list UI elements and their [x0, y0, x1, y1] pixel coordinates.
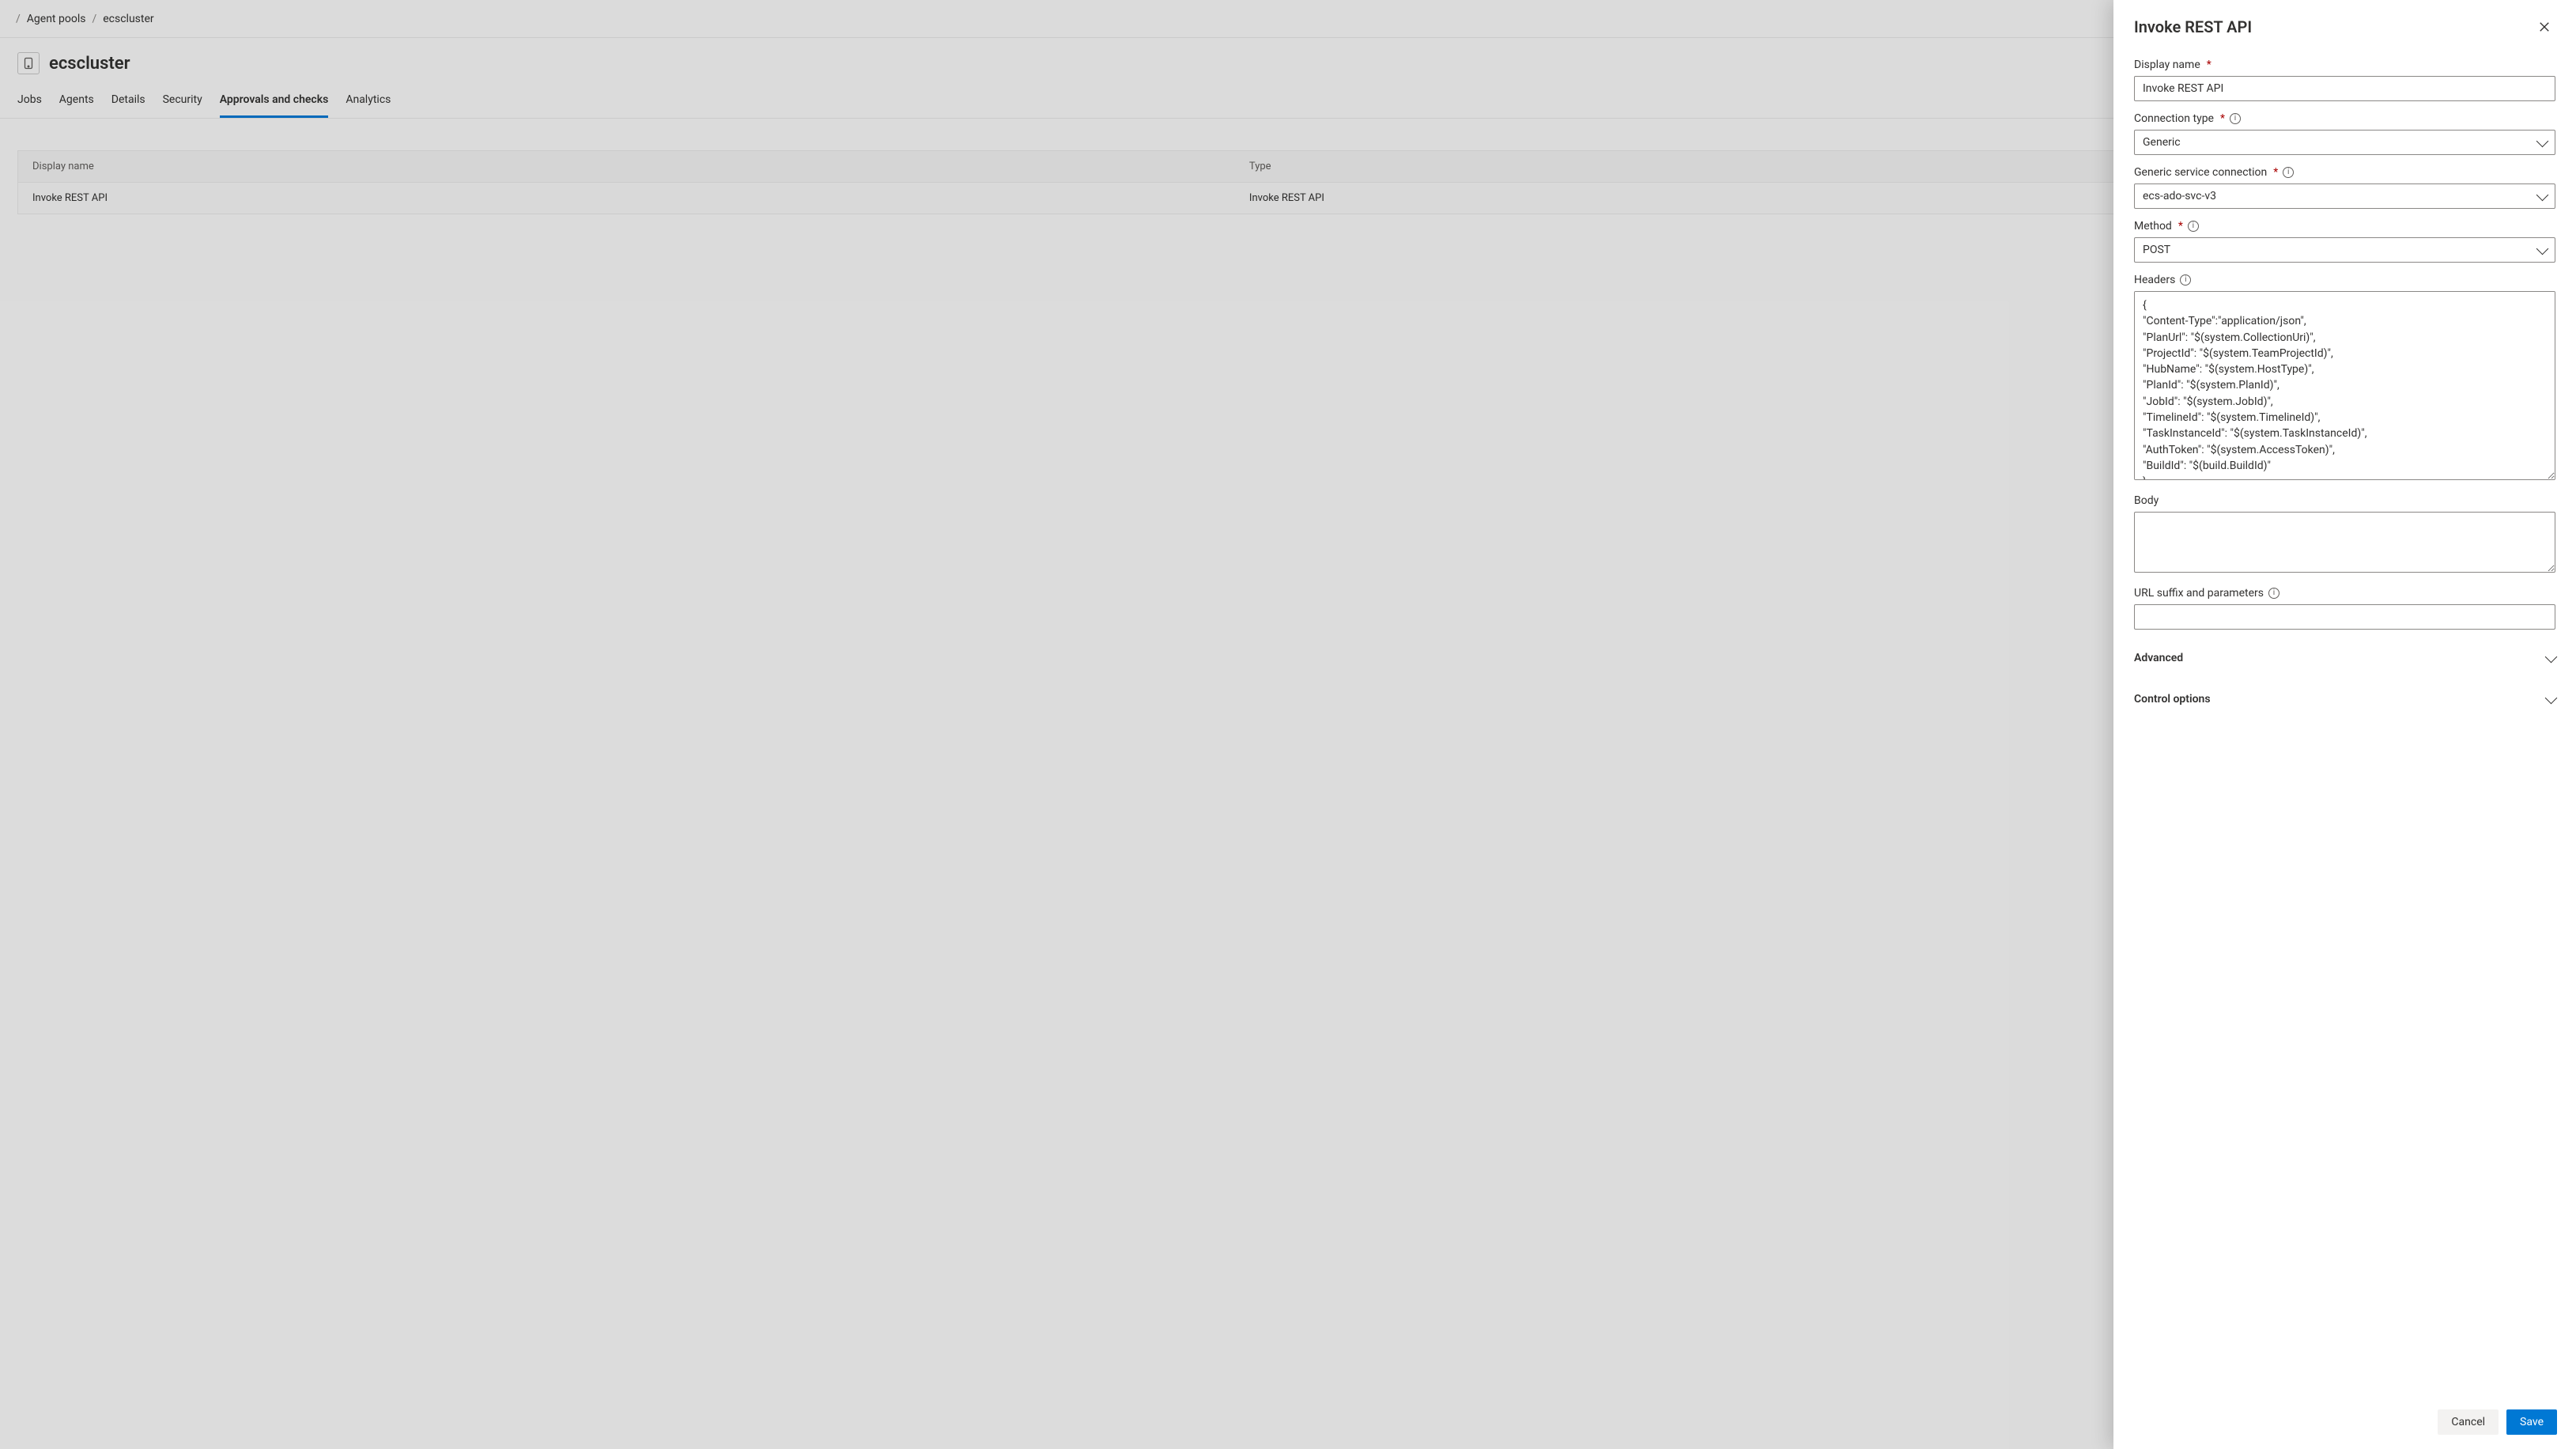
- info-icon[interactable]: i: [2180, 274, 2191, 286]
- service-connection-select[interactable]: ecs-ado-svc-v3: [2134, 183, 2555, 209]
- close-icon: [2539, 21, 2550, 32]
- url-suffix-input[interactable]: [2134, 604, 2555, 630]
- info-icon[interactable]: i: [2268, 588, 2279, 599]
- connection-type-select[interactable]: Generic: [2134, 130, 2555, 155]
- chevron-down-icon: [2536, 188, 2549, 201]
- label-url-suffix: URL suffix and parameters i: [2134, 587, 2555, 600]
- edit-check-panel: Invoke REST API Display name* Connection…: [2113, 0, 2576, 1449]
- save-button[interactable]: Save: [2506, 1409, 2557, 1435]
- info-icon[interactable]: i: [2283, 167, 2294, 178]
- info-icon[interactable]: i: [2188, 221, 2199, 232]
- label-display-name: Display name*: [2134, 59, 2555, 71]
- method-value: POST: [2143, 244, 2170, 256]
- cancel-button[interactable]: Cancel: [2438, 1409, 2499, 1435]
- label-method: Method* i: [2134, 220, 2555, 233]
- headers-textarea[interactable]: [2134, 291, 2555, 480]
- chevron-down-icon: [2536, 242, 2549, 255]
- label-service-connection: Generic service connection* i: [2134, 166, 2555, 179]
- advanced-expander[interactable]: Advanced: [2134, 641, 2555, 671]
- advanced-title: Advanced: [2134, 652, 2183, 664]
- service-connection-value: ecs-ado-svc-v3: [2143, 190, 2216, 202]
- chevron-down-icon: [2545, 691, 2558, 704]
- label-headers: Headers i: [2134, 274, 2555, 286]
- control-options-title: Control options: [2134, 693, 2211, 706]
- connection-type-value: Generic: [2143, 136, 2181, 149]
- info-icon[interactable]: i: [2230, 113, 2241, 124]
- chevron-down-icon: [2536, 134, 2549, 147]
- label-connection-type: Connection type* i: [2134, 112, 2555, 125]
- display-name-input[interactable]: [2134, 76, 2555, 101]
- panel-title: Invoke REST API: [2134, 17, 2252, 36]
- chevron-down-icon: [2545, 650, 2558, 663]
- label-body: Body: [2134, 494, 2555, 507]
- method-select[interactable]: POST: [2134, 237, 2555, 263]
- body-textarea[interactable]: [2134, 512, 2555, 573]
- control-options-expander[interactable]: Control options: [2134, 682, 2555, 712]
- close-button[interactable]: [2533, 16, 2555, 38]
